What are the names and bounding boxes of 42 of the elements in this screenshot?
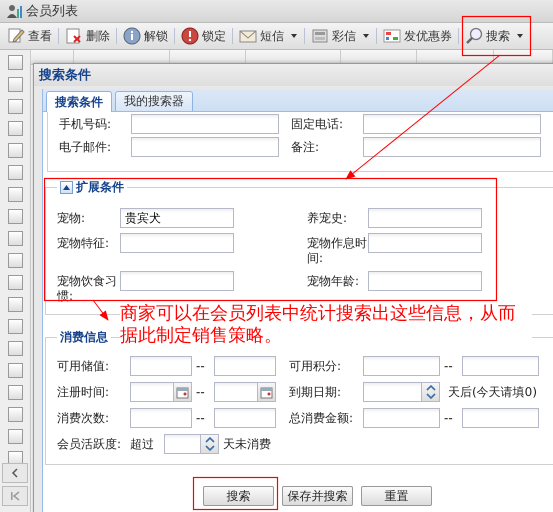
field-label: 手机号码: bbox=[59, 116, 112, 132]
dialog-button[interactable]: 重置 bbox=[361, 486, 432, 506]
section-title: 扩展条件 bbox=[76, 179, 124, 196]
unit-label: 天后(今天请填0) bbox=[448, 384, 537, 400]
field-label: 电子邮件: bbox=[59, 140, 112, 154]
toolbar-button[interactable]: 解锁 bbox=[120, 25, 171, 47]
field-label: 可用储值: bbox=[57, 358, 110, 374]
field-label: 备注: bbox=[291, 140, 320, 154]
field-label: 固定电话: bbox=[291, 116, 344, 132]
field-label: 宠物特征: bbox=[57, 235, 110, 251]
range-separator: -- bbox=[443, 359, 454, 373]
section-title: 消费信息 bbox=[60, 329, 108, 346]
tab[interactable]: 搜索条件 bbox=[46, 91, 112, 112]
input-field[interactable]: 贵宾犬 bbox=[120, 208, 234, 228]
field-label: 消费次数: bbox=[57, 410, 110, 426]
toolbar-button[interactable]: 短信 bbox=[236, 25, 301, 47]
field-label: 超过 bbox=[130, 436, 154, 452]
toolbar-button[interactable]: 锁定 bbox=[178, 25, 229, 47]
range-separator: -- bbox=[195, 385, 206, 399]
unit-label: 天未消费 bbox=[223, 436, 271, 452]
range-separator: -- bbox=[443, 411, 454, 425]
toolbar-button[interactable]: 彩信 bbox=[308, 25, 373, 47]
dialog-title: 搜索条件 bbox=[34, 64, 553, 86]
toolbar-button[interactable]: 发优惠券 bbox=[380, 25, 455, 47]
field-label: 到期日期: bbox=[289, 384, 342, 400]
toolbar-button[interactable]: 搜索 bbox=[462, 25, 527, 47]
tab[interactable]: 我的搜索器 bbox=[115, 91, 193, 111]
range-separator: -- bbox=[195, 411, 206, 425]
field-label: 注册时间: bbox=[57, 384, 110, 400]
toolbar-button[interactable]: 删除 bbox=[62, 25, 113, 47]
field-label: 养宠史: bbox=[307, 210, 348, 226]
field-label: 宠物: bbox=[57, 210, 86, 226]
field-label: 宠物作息时间: bbox=[307, 235, 368, 266]
dialog-button[interactable]: 搜索 bbox=[203, 486, 274, 506]
range-separator: -- bbox=[195, 359, 206, 373]
dialog-button[interactable]: 保存并搜索 bbox=[282, 486, 353, 506]
field-label: 可用积分: bbox=[289, 358, 342, 374]
field-label: 总消费金额: bbox=[289, 410, 354, 426]
field-label: 宠物年龄: bbox=[307, 273, 360, 289]
field-label: 会员活跃度: bbox=[57, 436, 122, 452]
toolbar-button[interactable]: 查看 bbox=[4, 25, 55, 47]
window-title: 会员列表 bbox=[26, 3, 78, 20]
